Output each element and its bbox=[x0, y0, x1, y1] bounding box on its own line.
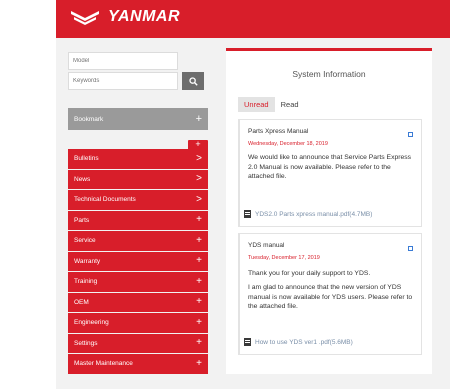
card-body: We would like to announce that Service P… bbox=[248, 154, 412, 180]
yanmar-logo[interactable]: YANMAR bbox=[70, 8, 180, 26]
sidebar-item-label: News bbox=[74, 175, 91, 183]
chevron-right-icon: > bbox=[196, 193, 202, 205]
tab-unread[interactable]: Unread bbox=[238, 97, 275, 112]
sidebar-item-parts[interactable]: Parts + bbox=[68, 210, 208, 231]
attachment-label: How to use YDS ver1 .pdf(5.6MB) bbox=[255, 338, 353, 346]
sidebar-item-label: Warranty bbox=[74, 257, 101, 265]
sidebar-item-oem[interactable]: OEM + bbox=[68, 292, 208, 313]
attachment-link[interactable]: How to use YDS ver1 .pdf(5.6MB) bbox=[244, 338, 353, 346]
info-card[interactable]: YDS manual Tuesday, December 17, 2019 Th… bbox=[238, 233, 422, 355]
sidebar-item-label: Master Maintenance bbox=[74, 360, 133, 368]
card-date: Wednesday, December 18, 2019 bbox=[248, 141, 328, 147]
search-box bbox=[68, 50, 208, 98]
mark-read-checkbox[interactable] bbox=[408, 246, 413, 251]
model-input[interactable] bbox=[68, 52, 178, 70]
sidebar-item-label: Training bbox=[74, 278, 98, 286]
sidebar-item-label: Settings bbox=[74, 339, 98, 347]
bookmark-bar[interactable]: Bookmark + bbox=[68, 108, 208, 130]
plus-icon: + bbox=[196, 214, 202, 226]
attachment-link[interactable]: YDS2.0 Parts xpress manual.pdf(4.7MB) bbox=[244, 210, 372, 218]
sidebar-item-engineering[interactable]: Engineering + bbox=[68, 313, 208, 334]
main-page: Bookmark + + Bulletins > News > Technica… bbox=[56, 38, 450, 389]
sidebar-item-label: Engineering bbox=[74, 319, 109, 327]
sidebar-item-service[interactable]: Service + bbox=[68, 231, 208, 252]
tab-read[interactable]: Read bbox=[275, 97, 305, 112]
chevron-right-icon: > bbox=[196, 152, 202, 164]
card-title: YDS manual bbox=[248, 242, 285, 249]
yanmar-wings-icon bbox=[71, 11, 99, 25]
sidebar-menu: Bulletins > News > Technical Documents >… bbox=[68, 149, 208, 375]
card-date: Tuesday, December 17, 2019 bbox=[248, 255, 320, 261]
pdf-file-icon bbox=[244, 338, 251, 346]
search-icon bbox=[188, 76, 198, 86]
card-body: Thank you for your daily support to YDS. bbox=[248, 270, 371, 277]
keywords-input[interactable] bbox=[68, 72, 178, 90]
info-tabs: Unread Read bbox=[238, 97, 305, 112]
sidebar-item-label: OEM bbox=[74, 298, 89, 306]
card-title: Parts Xpress Manual bbox=[248, 128, 309, 135]
sidebar-item-training[interactable]: Training + bbox=[68, 272, 208, 293]
sidebar-item-technical-documents[interactable]: Technical Documents > bbox=[68, 190, 208, 211]
bookmark-label: Bookmark bbox=[74, 115, 104, 123]
sidebar-item-bulletins[interactable]: Bulletins > bbox=[68, 149, 208, 170]
sidebar-item-settings[interactable]: Settings + bbox=[68, 333, 208, 354]
sidebar-item-label: Technical Documents bbox=[74, 196, 136, 204]
panel-title: System Information bbox=[292, 69, 366, 79]
plus-icon: + bbox=[196, 316, 202, 328]
pdf-file-icon bbox=[244, 210, 251, 218]
plus-icon: + bbox=[196, 337, 202, 349]
bookmark-expand-icon: + bbox=[195, 113, 202, 125]
brand-name: YANMAR bbox=[108, 8, 181, 25]
system-information-panel: System Information Unread Read Parts Xpr… bbox=[226, 48, 432, 374]
info-card[interactable]: Parts Xpress Manual Wednesday, December … bbox=[238, 119, 422, 227]
mark-read-checkbox[interactable] bbox=[408, 132, 413, 137]
plus-icon: + bbox=[196, 296, 202, 308]
top-header: YANMAR bbox=[56, 0, 450, 38]
sidebar-item-label: Bulletins bbox=[74, 155, 99, 163]
plus-icon: + bbox=[196, 275, 202, 287]
plus-icon: + bbox=[196, 357, 202, 369]
sidebar-item-label: Service bbox=[74, 237, 96, 245]
card-body: I am glad to announce that the new versi… bbox=[248, 284, 413, 310]
sidebar-item-label: Parts bbox=[74, 216, 90, 224]
sidebar-item-news[interactable]: News > bbox=[68, 169, 208, 190]
sidebar-item-master-maintenance[interactable]: Master Maintenance + bbox=[68, 354, 208, 375]
chevron-right-icon: > bbox=[196, 173, 202, 185]
search-button[interactable] bbox=[182, 72, 204, 90]
plus-icon: + bbox=[196, 234, 202, 246]
plus-icon: + bbox=[196, 255, 202, 267]
attachment-label: YDS2.0 Parts xpress manual.pdf(4.7MB) bbox=[255, 210, 373, 218]
sidebar-item-warranty[interactable]: Warranty + bbox=[68, 251, 208, 272]
menu-add-button[interactable]: + bbox=[188, 140, 208, 149]
